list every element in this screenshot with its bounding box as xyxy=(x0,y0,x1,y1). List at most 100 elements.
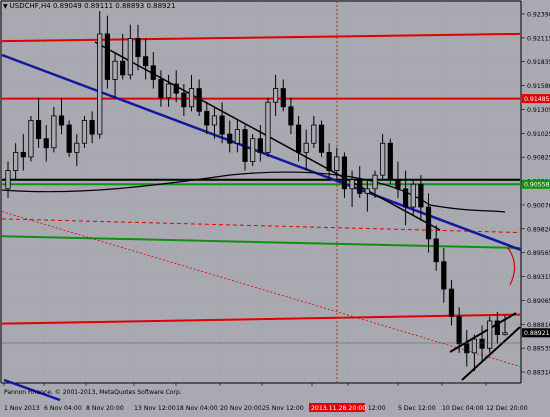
x-tick-label: 13 Nov 12:00 xyxy=(134,405,176,412)
candle-body xyxy=(242,129,248,162)
candle-body xyxy=(74,142,80,153)
candle-body xyxy=(502,332,508,336)
copyright-text: Pannon Finance, © 2001-2013, MetaQuotes … xyxy=(4,389,182,396)
candle-body xyxy=(150,65,156,80)
green-price-tag: 0.90558 xyxy=(524,182,550,189)
candle-body xyxy=(58,115,65,126)
x-tick-label: 18 Nov 04:00 xyxy=(176,405,218,412)
candle-body xyxy=(387,142,393,181)
candle-body xyxy=(464,343,470,354)
y-tick-label: 0.89565 xyxy=(527,250,550,257)
candle-body xyxy=(326,151,332,171)
candle-body xyxy=(188,88,195,108)
candle-body xyxy=(364,188,370,194)
candle-body xyxy=(28,120,34,158)
y-tick-label: 0.88810 xyxy=(527,322,550,329)
y-tick-label: 0.90825 xyxy=(527,155,550,162)
y-tick-label: 0.91580 xyxy=(527,83,550,90)
candle-body xyxy=(112,60,118,80)
candle-body xyxy=(318,124,325,153)
candle-body xyxy=(494,320,500,336)
chart-title-triangle-icon: ▼ xyxy=(3,3,8,10)
x-tick-label: 10 Dec 04:00 xyxy=(442,405,484,412)
candle-body xyxy=(303,142,309,153)
candle-body xyxy=(433,238,439,263)
candle-body xyxy=(349,179,355,190)
chart-canvas[interactable]: 0.92390 0.92115 0.91835 0.91580 0.91305 0.910… xyxy=(0,0,550,413)
candle-body xyxy=(250,138,256,162)
candle-body xyxy=(479,338,485,349)
candle-body xyxy=(334,156,340,171)
candle-body xyxy=(204,110,210,126)
candle-body xyxy=(120,60,126,76)
candle-body xyxy=(425,206,432,240)
candle-body xyxy=(135,38,141,58)
candle-body xyxy=(173,83,179,94)
candle-body xyxy=(20,151,26,158)
candle-body xyxy=(35,120,42,140)
candle-body xyxy=(89,120,95,135)
candle-body xyxy=(372,174,378,190)
ohlc-label: 0.89049 0.89111 0.88893 0.88921 xyxy=(52,2,176,10)
time-highlight-label: 2013.11.28 20:00 xyxy=(311,405,366,412)
candle-body xyxy=(357,179,363,194)
y-tick-label: 0.92390 xyxy=(527,12,550,19)
candle-body xyxy=(448,288,455,317)
candle-body xyxy=(341,156,348,190)
candle-body xyxy=(234,129,240,144)
x-tick-label: 5 Dec 12:00 xyxy=(398,405,436,412)
y-tick-label: 0.91305 xyxy=(527,107,550,114)
chart-title: ▼ USDCHF,H4 0.89049 0.89111 0.88893 0.889… xyxy=(3,2,175,10)
upper-red-price-tag: 0.91485 xyxy=(524,96,550,103)
candle-body xyxy=(211,115,218,126)
candle-body xyxy=(402,188,409,208)
candle-body xyxy=(66,124,72,153)
x-tick-label: 25 Nov 12:00 xyxy=(262,405,304,412)
candle-body xyxy=(81,120,88,144)
candle-body xyxy=(219,115,225,135)
x-tick-label: 12 Dec 20:00 xyxy=(486,405,528,412)
candle-body xyxy=(13,151,19,171)
candle-body xyxy=(165,83,172,99)
candle-body xyxy=(295,124,302,153)
y-tick-label: 0.89820 xyxy=(527,226,550,233)
candle-body xyxy=(257,138,263,153)
candle-body xyxy=(5,170,11,190)
candle-body xyxy=(471,338,478,354)
candle-body xyxy=(311,124,317,144)
current-price-tag: 0.88921 xyxy=(524,330,550,337)
x-tick-label: 8 Nov 20:00 xyxy=(86,405,124,412)
price-chart[interactable]: 0.92390 0.92115 0.91835 0.91580 0.91305 0.910… xyxy=(0,0,550,413)
candle-body xyxy=(441,261,447,290)
y-tick-label: 0.91835 xyxy=(527,59,550,66)
candle-body xyxy=(181,92,187,108)
candle-body xyxy=(273,88,279,103)
candle-body xyxy=(456,315,462,345)
candle-body xyxy=(227,133,233,144)
candle-body xyxy=(97,33,103,135)
y-tick-label: 0.88310 xyxy=(527,370,550,377)
y-tick-label: 0.90070 xyxy=(527,202,550,209)
x-tick-label: 20 Nov 20:00 xyxy=(220,405,262,412)
candle-body xyxy=(51,115,57,149)
candle-body xyxy=(418,183,424,208)
x-tick-label: 1 Nov 2013 xyxy=(4,405,40,412)
candle-body xyxy=(158,79,164,99)
candle-body xyxy=(104,33,110,80)
y-tick-label: 0.89065 xyxy=(527,298,550,305)
y-tick-label: 0.88535 xyxy=(527,346,550,353)
candle-body xyxy=(143,56,149,67)
candle-body xyxy=(487,320,493,349)
candle-body xyxy=(410,183,416,208)
y-tick-label: 0.89315 xyxy=(527,274,550,281)
candle-body xyxy=(288,106,294,126)
symbol-label: USDCHF,H4 xyxy=(9,2,51,10)
y-tick-label: 0.91025 xyxy=(527,131,550,138)
candle-body xyxy=(43,138,49,149)
x-tick-label: 6 Nov 04:00 xyxy=(44,405,82,412)
y-tick-label: 0.92115 xyxy=(527,35,550,42)
candle-body xyxy=(380,142,386,176)
candle-body xyxy=(196,88,202,112)
candle-body xyxy=(395,179,401,190)
candle-body xyxy=(127,38,133,76)
